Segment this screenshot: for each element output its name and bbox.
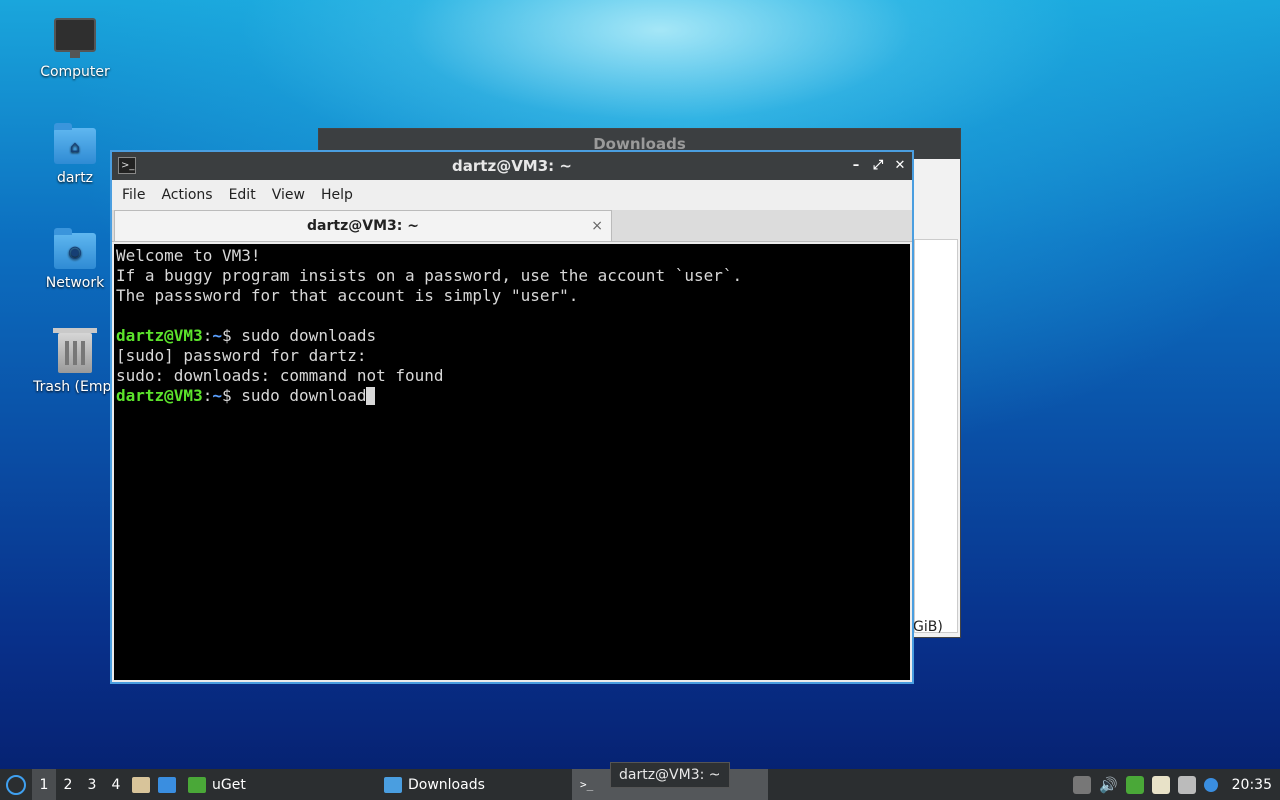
file-manager-icon <box>132 776 150 793</box>
network-icon[interactable] <box>1177 775 1196 794</box>
menubar: File Actions Edit View Help <box>112 180 912 210</box>
terminal-icon: >_ <box>118 157 136 174</box>
terminal-window[interactable]: >_ dartz@VM3: ~ – ⤢ ✕ File Actions Edit … <box>110 150 914 684</box>
uget-icon <box>188 776 206 793</box>
downloads-content <box>914 239 958 633</box>
start-menu-button[interactable] <box>0 769 32 800</box>
task-downloads[interactable]: Downloads <box>376 769 572 800</box>
close-button[interactable]: ✕ <box>894 152 906 180</box>
notification-icon[interactable] <box>1203 777 1218 792</box>
updates-icon[interactable] <box>1072 775 1091 794</box>
maximize-button[interactable]: ⤢ <box>872 152 884 180</box>
command-text: sudo downloads <box>241 326 377 345</box>
home-folder-icon: ⌂ <box>54 123 96 164</box>
prompt-line-current: dartz@VM3:~$ sudo download <box>116 386 908 406</box>
task-label: uGet <box>212 776 246 793</box>
menu-actions[interactable]: Actions <box>153 187 220 203</box>
volume-icon[interactable]: 🔊 <box>1099 776 1118 794</box>
menu-edit[interactable]: Edit <box>221 187 264 203</box>
uget-tray-icon[interactable] <box>1125 775 1144 794</box>
output-line: Welcome to VM3! <box>116 246 261 265</box>
show-desktop-button[interactable] <box>154 769 180 800</box>
terminal-title: dartz@VM3: ~ <box>452 157 572 175</box>
network-folder-icon: ◉ <box>54 228 96 269</box>
prompt-user: dartz@VM3 <box>116 326 203 345</box>
downloads-size-text: GiB) <box>913 619 943 635</box>
workspace-4[interactable]: 4 <box>104 769 128 800</box>
tab-bar: dartz@VM3: ~ × <box>112 210 912 242</box>
terminal-output[interactable]: Welcome to VM3! If a buggy program insist… <box>114 244 910 680</box>
prompt-user: dartz@VM3 <box>116 386 203 405</box>
tab-close-icon[interactable]: × <box>591 211 603 241</box>
desktop-icon <box>158 776 176 793</box>
prompt-line: dartz@VM3:~$ sudo downloads <box>116 326 908 346</box>
minimize-button[interactable]: – <box>850 152 862 180</box>
workspace-1[interactable]: 1 <box>32 769 56 800</box>
menu-view[interactable]: View <box>264 187 313 203</box>
task-tooltip: dartz@VM3: ~ <box>610 762 730 788</box>
menu-logo-icon <box>6 774 26 795</box>
clipboard-icon[interactable] <box>1151 775 1170 794</box>
tab-label: dartz@VM3: ~ <box>307 218 419 234</box>
prompt-dollar: $ <box>221 386 242 405</box>
menu-file[interactable]: File <box>114 187 153 203</box>
clock[interactable]: 20:35 <box>1232 777 1272 793</box>
trash-icon <box>53 328 97 373</box>
text-cursor <box>366 387 376 405</box>
tab-terminal[interactable]: dartz@VM3: ~ × <box>114 210 612 241</box>
workspace-3[interactable]: 3 <box>80 769 104 800</box>
output-line: The passsword for that account is simply… <box>116 286 579 305</box>
terminal-titlebar[interactable]: >_ dartz@VM3: ~ – ⤢ ✕ <box>112 152 912 180</box>
output-line: sudo: downloads: command not found <box>116 366 444 385</box>
prompt-dir: ~ <box>212 386 222 405</box>
prompt-dir: ~ <box>212 326 222 345</box>
terminal-icon: >_ <box>580 778 594 791</box>
prompt-sep: : <box>202 386 213 405</box>
prompt-dollar: $ <box>221 326 242 345</box>
desktop-icon-label: Computer <box>40 64 110 80</box>
prompt-sep: : <box>202 326 213 345</box>
task-uget[interactable]: uGet <box>180 769 376 800</box>
command-text: sudo download <box>241 386 367 405</box>
desktop-icon-computer[interactable]: Computer <box>25 18 125 80</box>
output-line: If a buggy program insists on a password… <box>116 266 743 285</box>
folder-icon <box>384 776 402 793</box>
computer-icon <box>54 18 96 58</box>
task-label: Downloads <box>408 776 485 793</box>
menu-help[interactable]: Help <box>313 187 361 203</box>
file-manager-launcher[interactable] <box>128 769 154 800</box>
system-tray: 🔊 20:35 <box>1072 775 1280 794</box>
output-line: [sudo] password for dartz: <box>116 346 367 365</box>
workspace-2[interactable]: 2 <box>56 769 80 800</box>
